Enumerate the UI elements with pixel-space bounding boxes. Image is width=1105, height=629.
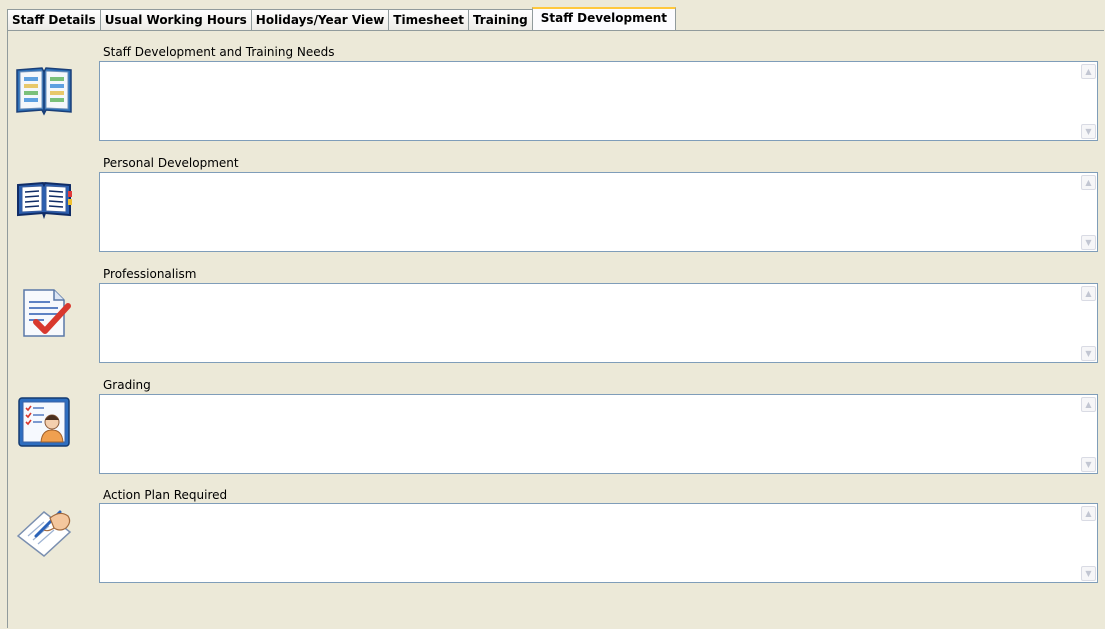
scroll-up-button[interactable]: ▲ (1081, 175, 1096, 190)
vertical-scrollbar[interactable]: ▲ ▼ (1080, 284, 1097, 362)
tab-holidays-year-view[interactable]: Holidays/Year View (250, 9, 390, 30)
book-icon (17, 181, 72, 220)
action-plan-required-input[interactable] (100, 504, 1080, 582)
personal-development-input[interactable] (100, 173, 1080, 251)
open-book-icon (16, 67, 72, 116)
tab-timesheet[interactable]: Timesheet (388, 9, 469, 30)
tab-staff-details[interactable]: Staff Details (7, 9, 101, 30)
tab-usual-working-hours[interactable]: Usual Working Hours (99, 9, 252, 30)
tab-training[interactable]: Training (467, 9, 533, 30)
checklist-person-icon (18, 397, 70, 447)
section-label: Professionalism (103, 267, 197, 281)
section-grading: Grading ▲ ▼ (0, 377, 1105, 477)
scroll-up-button[interactable]: ▲ (1081, 64, 1096, 79)
section-label: Action Plan Required (103, 488, 228, 502)
scroll-up-button[interactable]: ▲ (1081, 506, 1096, 521)
section-action-plan-required: Action Plan Required ▲ ▼ (0, 487, 1105, 587)
staff-development-training-needs-field[interactable]: ▲ ▼ (99, 61, 1098, 141)
action-plan-required-field[interactable]: ▲ ▼ (99, 503, 1098, 583)
section-label: Grading (103, 378, 151, 392)
vertical-scrollbar[interactable]: ▲ ▼ (1080, 62, 1097, 140)
professionalism-field[interactable]: ▲ ▼ (99, 283, 1098, 363)
scroll-down-button[interactable]: ▼ (1081, 235, 1096, 250)
scroll-up-button[interactable]: ▲ (1081, 286, 1096, 301)
section-staff-development-training-needs: Staff Development and Training Needs ▲ ▼ (0, 44, 1105, 144)
staff-development-training-needs-input[interactable] (100, 62, 1080, 140)
section-professionalism: Professionalism ▲ ▼ (0, 266, 1105, 366)
professionalism-input[interactable] (100, 284, 1080, 362)
scroll-down-button[interactable]: ▼ (1081, 346, 1096, 361)
grading-field[interactable]: ▲ ▼ (99, 394, 1098, 474)
section-personal-development: Personal Development ▲ ▼ (0, 155, 1105, 255)
document-check-icon (23, 289, 71, 337)
vertical-scrollbar[interactable]: ▲ ▼ (1080, 395, 1097, 473)
personal-development-field[interactable]: ▲ ▼ (99, 172, 1098, 252)
scroll-up-button[interactable]: ▲ (1081, 397, 1096, 412)
vertical-scrollbar[interactable]: ▲ ▼ (1080, 504, 1097, 582)
tab-strip: Staff Details Usual Working Hours Holida… (7, 7, 677, 30)
scroll-down-button[interactable]: ▼ (1081, 457, 1096, 472)
scroll-down-button[interactable]: ▼ (1081, 566, 1096, 581)
section-label: Staff Development and Training Needs (103, 45, 335, 59)
vertical-scrollbar[interactable]: ▲ ▼ (1080, 173, 1097, 251)
section-label: Personal Development (103, 156, 239, 170)
grading-input[interactable] (100, 395, 1080, 473)
scroll-down-button[interactable]: ▼ (1081, 124, 1096, 139)
hand-writing-icon (16, 510, 72, 557)
tab-staff-development[interactable]: Staff Development (531, 7, 677, 30)
